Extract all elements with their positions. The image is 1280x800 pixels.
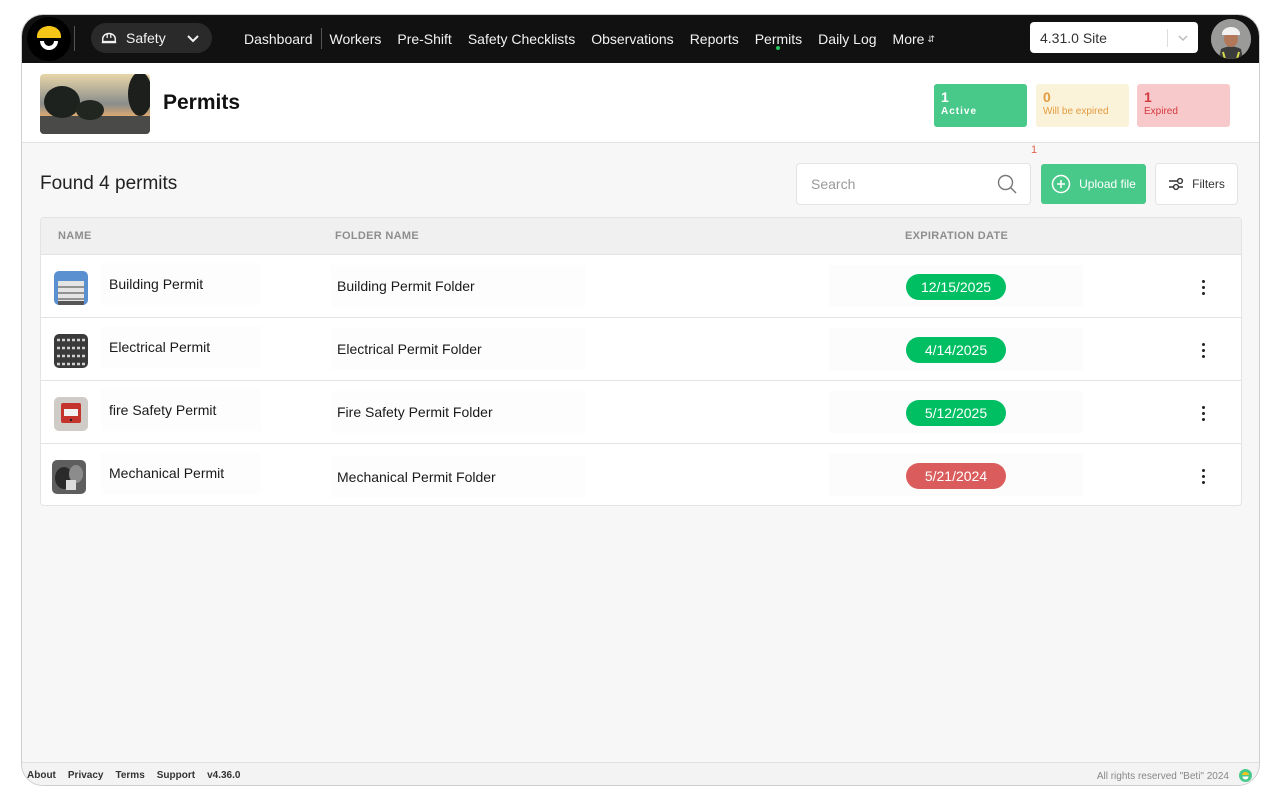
table-row[interactable]: Mechanical Permit Mechanical Permit Fold…	[41, 444, 1241, 506]
footer: About Privacy Terms Support v4.36.0 All …	[22, 762, 1259, 786]
table-row[interactable]: Electrical Permit Electrical Permit Fold…	[41, 318, 1241, 381]
plus-circle-icon	[1051, 174, 1071, 194]
app-version: v4.36.0	[207, 770, 240, 781]
nav-reports[interactable]: Reports	[682, 15, 747, 63]
nav-safety-checklists[interactable]: Safety Checklists	[460, 15, 583, 63]
nav-label: Reports	[690, 31, 739, 47]
stat-active-label: Active	[941, 105, 1020, 119]
row-actions-menu-icon[interactable]	[1193, 338, 1213, 362]
expiration-cell: 4/14/2025	[829, 328, 1083, 370]
stat-expired[interactable]: 1 Expired	[1137, 84, 1230, 127]
filters-button[interactable]: Filters	[1155, 163, 1238, 205]
permit-thumbnail	[54, 334, 88, 368]
permit-name[interactable]: Building Permit	[101, 263, 261, 305]
nav-workers[interactable]: Workers	[322, 15, 390, 63]
stat-will-expire[interactable]: 0 Will be expired	[1036, 84, 1129, 127]
nav-label: More	[893, 31, 925, 47]
stat-active-count: 1	[941, 90, 1020, 105]
upload-file-button[interactable]: Upload file	[1041, 164, 1146, 204]
permit-folder: Mechanical Permit Folder	[331, 456, 585, 498]
footer-link-support[interactable]: Support	[157, 770, 195, 781]
nav-permits[interactable]: Permits	[747, 15, 810, 63]
filters-label: Filters	[1192, 177, 1225, 191]
footer-logo-icon	[1239, 769, 1252, 782]
expiration-date-badge: 5/21/2024	[906, 463, 1006, 489]
column-header-name[interactable]: NAME	[58, 230, 92, 242]
stat-will-expire-label: Will be expired	[1043, 105, 1122, 119]
nav-dashboard[interactable]: Dashboard	[244, 15, 322, 63]
site-photo	[40, 74, 150, 134]
app-logo-icon[interactable]	[27, 17, 71, 61]
upload-file-label: Upload file	[1079, 177, 1136, 191]
results-count: Found 4 permits	[40, 173, 177, 195]
nav-label: Safety Checklists	[468, 31, 575, 47]
nav-label: Pre-Shift	[397, 31, 451, 47]
search-input[interactable]	[811, 176, 996, 192]
expiration-cell: 5/21/2024	[829, 454, 1083, 496]
permit-folder: Fire Safety Permit Folder	[331, 391, 585, 433]
table-header: NAME FOLDER NAME EXPIRATION DATE	[41, 218, 1241, 255]
nav-label: Observations	[591, 31, 673, 47]
copyright: All rights reserved "Beti" 2024	[1097, 771, 1229, 782]
permit-folder: Building Permit Folder	[331, 265, 585, 307]
user-avatar[interactable]	[1211, 19, 1251, 59]
column-header-expiration[interactable]: EXPIRATION DATE	[905, 230, 1008, 242]
row-actions-menu-icon[interactable]	[1193, 275, 1213, 299]
module-switcher[interactable]: Safety	[91, 23, 212, 53]
permit-thumbnail	[52, 460, 86, 494]
permit-folder: Electrical Permit Folder	[331, 328, 585, 370]
hard-hat-icon	[100, 29, 118, 47]
footer-links: About Privacy Terms Support v4.36.0	[27, 770, 240, 781]
module-label: Safety	[126, 30, 166, 46]
footer-link-privacy[interactable]: Privacy	[68, 770, 104, 781]
row-actions-menu-icon[interactable]	[1193, 464, 1213, 488]
filters-icon	[1168, 177, 1184, 191]
table-row[interactable]: fire Safety Permit Fire Safety Permit Fo…	[41, 381, 1241, 444]
upload-count-badge: 1	[1031, 144, 1037, 156]
permit-name[interactable]: fire Safety Permit	[101, 389, 261, 431]
stat-active[interactable]: 1 Active	[934, 84, 1027, 127]
nav-label: Dashboard	[244, 31, 313, 47]
stat-expired-label: Expired	[1144, 105, 1223, 119]
nav-more[interactable]: More ⇵	[885, 15, 943, 63]
search-box[interactable]	[796, 163, 1031, 205]
divider	[74, 26, 75, 51]
chevron-down-icon	[1168, 32, 1198, 44]
nav-observations[interactable]: Observations	[583, 15, 681, 63]
table-row[interactable]: Building Permit Building Permit Folder 1…	[41, 255, 1241, 318]
top-navigation: Safety Dashboard Workers Pre-Shift Safet…	[22, 15, 1259, 63]
main-nav: Dashboard Workers Pre-Shift Safety Check…	[244, 15, 943, 63]
row-actions-menu-icon[interactable]	[1193, 401, 1213, 425]
active-indicator	[776, 46, 780, 50]
permit-name[interactable]: Mechanical Permit	[101, 452, 261, 494]
expiration-cell: 12/15/2025	[829, 265, 1083, 307]
nav-daily-log[interactable]: Daily Log	[810, 15, 884, 63]
footer-link-about[interactable]: About	[27, 770, 56, 781]
permits-table: NAME FOLDER NAME EXPIRATION DATE Buildin…	[40, 217, 1242, 506]
expiration-date-badge: 4/14/2025	[906, 337, 1006, 363]
expiration-date-badge: 12/15/2025	[906, 274, 1006, 300]
site-select-value: 4.31.0 Site	[1040, 30, 1167, 46]
expiration-cell: 5/12/2025	[829, 391, 1083, 433]
app-window: Safety Dashboard Workers Pre-Shift Safet…	[21, 14, 1260, 786]
column-header-folder[interactable]: FOLDER NAME	[335, 230, 419, 242]
search-icon[interactable]	[996, 173, 1018, 195]
page-header: Permits 1 Active 0 Will be expired 1 Exp…	[22, 63, 1259, 143]
stat-expired-count: 1	[1144, 90, 1223, 105]
permit-name[interactable]: Electrical Permit	[101, 326, 261, 368]
stat-will-expire-count: 0	[1043, 90, 1122, 105]
footer-link-terms[interactable]: Terms	[115, 770, 144, 781]
page-title: Permits	[163, 91, 240, 115]
nav-label: Workers	[330, 31, 382, 47]
expiration-date-badge: 5/12/2025	[906, 400, 1006, 426]
site-select[interactable]: 4.31.0 Site	[1030, 22, 1198, 53]
permit-thumbnail	[54, 271, 88, 305]
chevron-down-icon	[186, 31, 200, 45]
sort-arrows-icon: ⇵	[927, 34, 935, 45]
nav-label: Daily Log	[818, 31, 876, 47]
permit-thumbnail	[54, 397, 88, 431]
nav-pre-shift[interactable]: Pre-Shift	[389, 15, 459, 63]
nav-label: Permits	[755, 31, 802, 47]
